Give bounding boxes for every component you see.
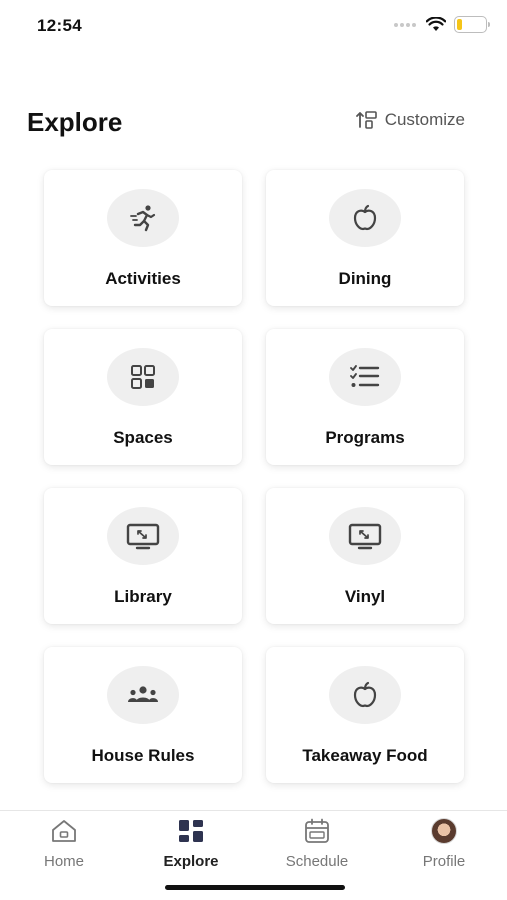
status-time: 12:54 <box>37 16 82 35</box>
calendar-icon <box>305 818 329 843</box>
tab-label: Explore <box>163 853 219 870</box>
card-label: Library <box>114 587 172 606</box>
tab-label: Profile <box>422 853 466 870</box>
home-icon <box>52 820 76 842</box>
monitor-icon <box>348 523 382 550</box>
icon-circle <box>329 666 401 724</box>
people-group-icon <box>128 686 158 702</box>
page-title: Explore <box>27 107 123 137</box>
icon-circle <box>107 348 179 406</box>
icon-circle <box>329 189 401 247</box>
card-label: House Rules <box>91 746 195 765</box>
home-indicator <box>165 885 345 890</box>
wifi-icon <box>426 17 446 31</box>
icon-circle <box>329 507 401 565</box>
tab-home[interactable]: Home <box>14 817 114 870</box>
tab-label: Home <box>43 853 84 870</box>
card-library[interactable]: Library <box>44 488 242 624</box>
card-vinyl[interactable]: Vinyl <box>266 488 464 624</box>
apple-icon <box>353 681 377 708</box>
battery-level <box>457 19 463 30</box>
card-label: Vinyl <box>344 587 386 606</box>
cellular-signal-icon <box>394 22 416 27</box>
running-person-icon <box>130 205 156 232</box>
tab-schedule[interactable]: Schedule <box>267 817 367 870</box>
sort-layout-icon <box>355 111 377 129</box>
card-spaces[interactable]: Spaces <box>44 329 242 465</box>
battery-icon <box>454 16 490 33</box>
explore-grid: Activities Dining Spaces Programs Librar… <box>44 170 464 783</box>
grid-squares-icon <box>131 365 155 389</box>
tab-explore[interactable]: Explore <box>141 817 241 870</box>
card-takeaway-food[interactable]: Takeaway Food <box>266 647 464 783</box>
card-programs[interactable]: Programs <box>266 329 464 465</box>
card-activities[interactable]: Activities <box>44 170 242 306</box>
tab-label: Schedule <box>285 853 349 870</box>
avatar <box>431 818 457 844</box>
card-label: Dining <box>338 269 392 288</box>
icon-circle <box>107 189 179 247</box>
icon-circle <box>107 666 179 724</box>
apple-icon <box>353 204 377 231</box>
monitor-icon <box>126 523 160 550</box>
tab-profile[interactable]: Profile <box>394 817 494 870</box>
checklist-icon <box>350 365 380 387</box>
card-label: Takeaway Food <box>302 746 428 765</box>
customize-button[interactable]: Customize <box>355 110 465 130</box>
card-label: Programs <box>325 428 405 447</box>
icon-circle <box>329 348 401 406</box>
customize-label: Customize <box>384 110 465 129</box>
card-dining[interactable]: Dining <box>266 170 464 306</box>
card-label: Activities <box>105 269 181 288</box>
icon-circle <box>107 507 179 565</box>
status-bar: 12:54 <box>0 0 507 52</box>
card-label: Spaces <box>113 428 173 447</box>
status-icons <box>394 16 490 33</box>
card-house-rules[interactable]: House Rules <box>44 647 242 783</box>
explore-grid-icon <box>179 820 203 842</box>
